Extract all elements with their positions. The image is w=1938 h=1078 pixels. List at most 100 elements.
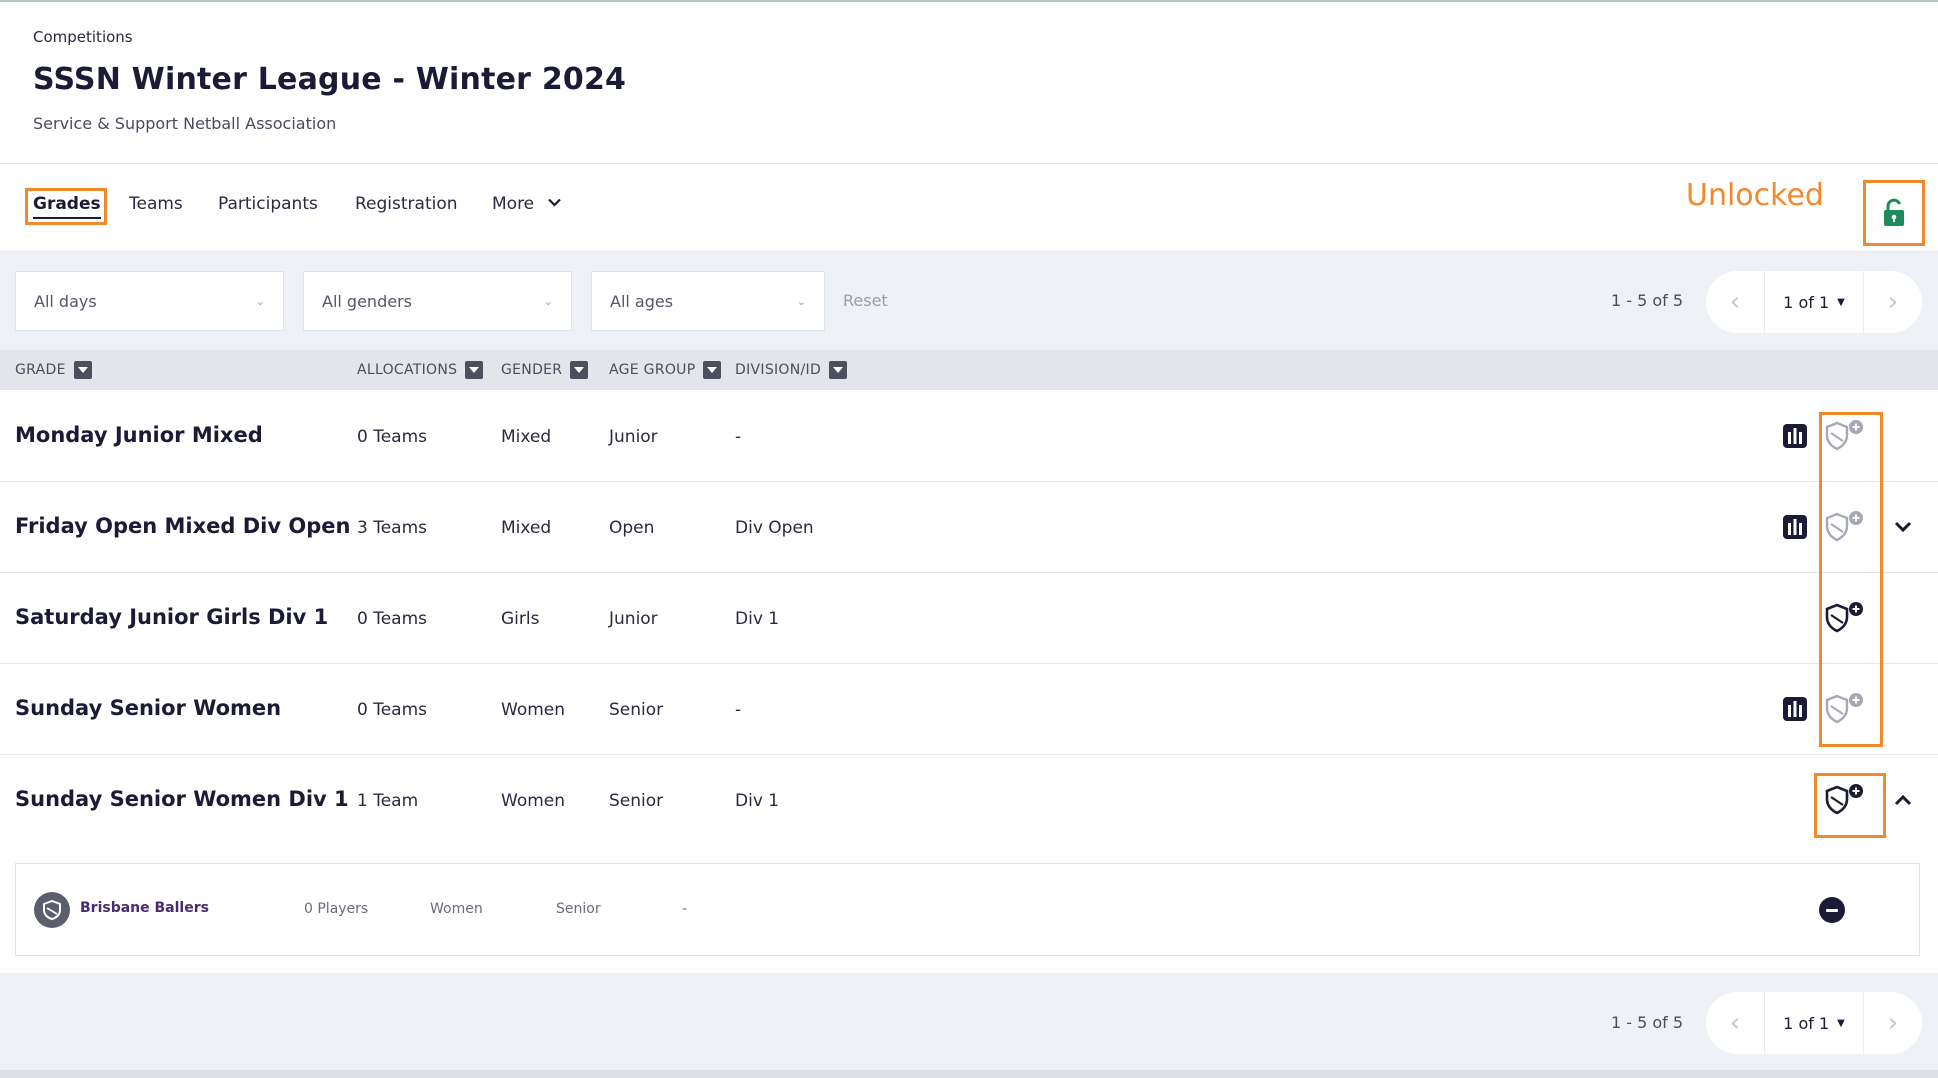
lock-status-label: Unlocked (1686, 178, 1824, 213)
chevron-down-icon: ⌄ (796, 294, 806, 308)
column-header-allocations[interactable]: ALLOCATIONS (357, 361, 484, 379)
table-header: GRADE ALLOCATIONS GENDER AGE GROUP DIVIS… (0, 350, 1938, 390)
sort-icon[interactable] (465, 361, 484, 379)
annotation-box-lock (1863, 180, 1925, 246)
tab-bar: Grades Teams Participants Registration M… (0, 164, 1938, 252)
gender-cell: Girls (501, 609, 540, 629)
chevron-down-icon (547, 198, 561, 207)
annotation-box-shield-column (1819, 412, 1883, 747)
team-row[interactable]: Brisbane Ballers 0 Players Women Senior … (15, 863, 1920, 956)
days-filter-value: All days (34, 291, 97, 311)
chevron-down-icon: ▼ (1837, 296, 1845, 308)
team-avatar (34, 892, 70, 928)
column-header-age-group[interactable]: AGE GROUP (609, 361, 722, 379)
age-group-cell: Junior (609, 427, 658, 447)
annotation-box-shield-row-5 (1814, 773, 1886, 838)
team-division: - (682, 901, 688, 917)
breadcrumb[interactable]: Competitions (33, 28, 133, 46)
ladder-icon[interactable] (1782, 696, 1808, 722)
ladder-icon[interactable] (1782, 514, 1808, 540)
page-title: SSSN Winter League - Winter 2024 (33, 62, 627, 97)
gender-cell: Mixed (501, 518, 552, 538)
division-cell: Div 1 (735, 791, 780, 811)
grade-name[interactable]: Sunday Senior Women (15, 696, 281, 720)
annotation-box-grades (25, 188, 107, 225)
next-page-button[interactable]: › (1864, 992, 1922, 1054)
table-row[interactable]: Sunday Senior Women 0 Teams Women Senior… (0, 664, 1938, 755)
organisation-name: Service & Support Netball Association (33, 114, 337, 133)
column-header-grade[interactable]: GRADE (15, 361, 92, 379)
sort-icon[interactable] (703, 361, 722, 379)
pagination-top: ‹ 1 of 1 ▼ › (1706, 271, 1922, 333)
tab-teams[interactable]: Teams (129, 194, 183, 214)
chevron-down-icon: ⌄ (255, 294, 265, 308)
gender-cell: Mixed (501, 427, 552, 447)
gender-cell: Women (501, 700, 566, 720)
genders-filter-value: All genders (322, 291, 412, 311)
team-name-link[interactable]: Brisbane Ballers (80, 900, 209, 916)
ladder-icon[interactable] (1782, 423, 1808, 449)
chevron-up-icon[interactable] (1893, 790, 1913, 810)
result-count: 1 - 5 of 5 (1611, 1013, 1684, 1032)
table-row[interactable]: Monday Junior Mixed 0 Teams Mixed Junior… (0, 391, 1938, 482)
tab-more[interactable]: More (492, 194, 561, 214)
table-row[interactable]: Sunday Senior Women Div 1 1 Team Women S… (0, 755, 1938, 846)
chevron-down-icon: ▼ (1837, 1017, 1845, 1029)
unlocked-padlock-icon[interactable] (1882, 198, 1906, 228)
column-header-label: GRADE (15, 362, 66, 378)
allocations-cell: 1 Team (357, 791, 419, 811)
page-select-value: 1 of 1 (1783, 1013, 1830, 1033)
sort-icon[interactable] (570, 361, 589, 379)
grade-name[interactable]: Monday Junior Mixed (15, 423, 263, 447)
team-gender: Women (430, 901, 483, 917)
next-page-button[interactable]: › (1864, 271, 1922, 333)
gender-cell: Women (501, 791, 566, 811)
team-players: 0 Players (304, 901, 369, 917)
sort-icon[interactable] (73, 361, 92, 379)
division-cell: Div 1 (735, 609, 780, 629)
page-header: Competitions SSSN Winter League - Winter… (0, 2, 1938, 164)
allocations-cell: 0 Teams (357, 427, 428, 447)
previous-page-button[interactable]: ‹ (1706, 992, 1764, 1054)
genders-filter-select[interactable]: All genders ⌄ (303, 271, 572, 331)
bottom-bar (0, 1070, 1938, 1078)
division-cell: - (735, 427, 742, 447)
result-count: 1 - 5 of 5 (1611, 291, 1684, 310)
tab-participants[interactable]: Participants (218, 194, 318, 214)
page-select[interactable]: 1 of 1 ▼ (1764, 992, 1864, 1054)
division-cell: - (735, 700, 742, 720)
filter-bar: All days ⌄ All genders ⌄ All ages ⌄ Rese… (0, 252, 1938, 350)
age-group-cell: Senior (609, 700, 664, 720)
division-cell: Div Open (735, 518, 814, 538)
column-header-gender[interactable]: GENDER (501, 361, 589, 379)
days-filter-select[interactable]: All days ⌄ (15, 271, 284, 331)
tab-registration[interactable]: Registration (355, 194, 458, 214)
age-group-cell: Senior (609, 791, 664, 811)
pagination-bottom: ‹ 1 of 1 ▼ › (1706, 992, 1922, 1054)
team-age: Senior (556, 901, 601, 917)
page-select-value: 1 of 1 (1783, 292, 1830, 312)
previous-page-button[interactable]: ‹ (1706, 271, 1764, 333)
age-group-cell: Junior (609, 609, 658, 629)
allocations-cell: 3 Teams (357, 518, 428, 538)
shield-icon (43, 899, 61, 921)
chevron-down-icon[interactable] (1893, 517, 1913, 537)
page-select[interactable]: 1 of 1 ▼ (1764, 271, 1864, 333)
grade-name[interactable]: Friday Open Mixed Div Open (15, 514, 350, 538)
table-row[interactable]: Friday Open Mixed Div Open 3 Teams Mixed… (0, 482, 1938, 573)
column-header-label: AGE GROUP (609, 362, 696, 378)
column-header-label: DIVISION/ID (735, 362, 822, 378)
column-header-label: GENDER (501, 362, 563, 378)
grade-name[interactable]: Saturday Junior Girls Div 1 (15, 605, 328, 629)
table-row[interactable]: Saturday Junior Girls Div 1 0 Teams Girl… (0, 573, 1938, 664)
reset-filters-button[interactable]: Reset (843, 291, 888, 310)
grade-name[interactable]: Sunday Senior Women Div 1 (15, 787, 349, 811)
footer-pagination-bar: 1 - 5 of 5 ‹ 1 of 1 ▼ › (0, 973, 1938, 1078)
ages-filter-value: All ages (610, 291, 674, 311)
allocations-cell: 0 Teams (357, 700, 428, 720)
age-group-cell: Open (609, 518, 655, 538)
sort-icon[interactable] (829, 361, 848, 379)
remove-team-button[interactable] (1819, 897, 1845, 923)
column-header-division[interactable]: DIVISION/ID (735, 361, 848, 379)
ages-filter-select[interactable]: All ages ⌄ (591, 271, 825, 331)
